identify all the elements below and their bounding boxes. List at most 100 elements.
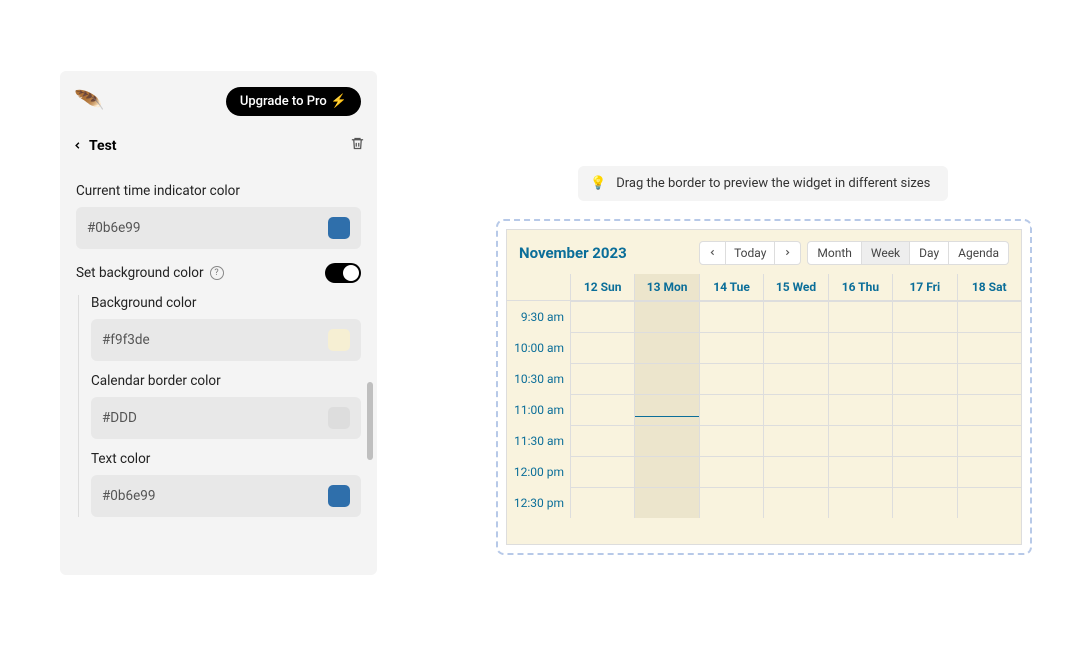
calendar-cell[interactable]: [635, 425, 699, 456]
calendar-cell[interactable]: [829, 456, 893, 487]
calendar-cell[interactable]: [764, 425, 828, 456]
calendar-cell[interactable]: [700, 394, 764, 425]
bg-color-input[interactable]: [102, 332, 328, 348]
bolt-icon: ⚡: [331, 94, 347, 109]
prev-button[interactable]: [699, 241, 726, 265]
calendar-cell[interactable]: [635, 487, 699, 518]
text-color-input[interactable]: [102, 488, 328, 504]
calendar-cell[interactable]: [571, 301, 635, 332]
view-week-button[interactable]: Week: [862, 241, 910, 265]
calendar-cell[interactable]: [700, 332, 764, 363]
calendar-cell[interactable]: [571, 425, 635, 456]
calendar-cell[interactable]: [571, 456, 635, 487]
calendar-cell[interactable]: [893, 332, 957, 363]
slot-row: 10:30 am: [507, 363, 1021, 394]
calendar-cell[interactable]: [958, 487, 1021, 518]
calendar-cell[interactable]: [700, 487, 764, 518]
day-header: 13 Mon: [635, 274, 699, 300]
border-color-swatch[interactable]: [328, 407, 350, 429]
calendar-cell[interactable]: [958, 425, 1021, 456]
calendar-header: November 2023 Today MonthWeekDayAgenda: [507, 230, 1021, 274]
border-color-label: Calendar border color: [91, 373, 361, 389]
time-label: 10:30 am: [507, 363, 571, 394]
resize-hint: 💡 Drag the border to preview the widget …: [578, 166, 948, 201]
calendar-cell[interactable]: [893, 425, 957, 456]
calendar-cell[interactable]: [764, 301, 828, 332]
set-bg-label: Set background color ?: [76, 265, 224, 281]
calendar-cell[interactable]: [764, 363, 828, 394]
text-color-swatch[interactable]: [328, 485, 350, 507]
set-bg-label-text: Set background color: [76, 265, 204, 281]
hint-text: Drag the border to preview the widget in…: [616, 176, 930, 191]
calendar-cell[interactable]: [958, 456, 1021, 487]
panel-header: 🪶 Upgrade to Pro ⚡: [60, 71, 377, 126]
bg-subsection: Background color Calendar border color T…: [78, 295, 361, 517]
time-label: 11:00 am: [507, 394, 571, 425]
calendar-cell[interactable]: [893, 456, 957, 487]
calendar-cell[interactable]: [829, 332, 893, 363]
calendar-cell[interactable]: [958, 363, 1021, 394]
page-title: Test: [89, 138, 117, 154]
bg-color-swatch[interactable]: [328, 329, 350, 351]
slot-row: 9:30 am: [507, 301, 1021, 332]
calendar-cell[interactable]: [764, 332, 828, 363]
view-day-button[interactable]: Day: [910, 241, 949, 265]
time-label: 10:00 am: [507, 332, 571, 363]
time-label: 12:00 pm: [507, 456, 571, 487]
back-chevron-icon[interactable]: [72, 136, 83, 155]
preview-resize-frame[interactable]: November 2023 Today MonthWeekDayAgenda 1…: [496, 219, 1032, 555]
current-time-color-input-row[interactable]: [76, 207, 361, 249]
border-color-input[interactable]: [102, 410, 328, 426]
calendar-cell[interactable]: [700, 363, 764, 394]
view-button-group: MonthWeekDayAgenda: [807, 241, 1009, 265]
calendar-cell[interactable]: [829, 301, 893, 332]
bg-color-label: Background color: [91, 295, 361, 311]
calendar-cell[interactable]: [571, 487, 635, 518]
next-button[interactable]: [775, 241, 801, 265]
calendar-cell[interactable]: [700, 425, 764, 456]
view-month-button[interactable]: Month: [807, 241, 861, 265]
calendar-cell[interactable]: [571, 394, 635, 425]
calendar-cell[interactable]: [829, 487, 893, 518]
calendar-cell[interactable]: [893, 487, 957, 518]
calendar-cell[interactable]: [571, 363, 635, 394]
current-time-color-swatch[interactable]: [328, 217, 350, 239]
calendar-cell[interactable]: [700, 301, 764, 332]
text-color-input-row[interactable]: [91, 475, 361, 517]
calendar-cell[interactable]: [764, 394, 828, 425]
day-header: 17 Fri: [893, 274, 957, 300]
calendar-cell[interactable]: [829, 363, 893, 394]
day-header: 18 Sat: [958, 274, 1021, 300]
calendar-cell[interactable]: [764, 487, 828, 518]
time-label: 12:30 pm: [507, 487, 571, 518]
view-agenda-button[interactable]: Agenda: [949, 241, 1009, 265]
calendar-cell[interactable]: [635, 363, 699, 394]
calendar-cell[interactable]: [958, 394, 1021, 425]
trash-icon[interactable]: [350, 136, 365, 155]
calendar-cell[interactable]: [635, 456, 699, 487]
settings-list: Current time indicator color Set backgro…: [60, 167, 377, 547]
scrollbar-thumb[interactable]: [367, 382, 373, 460]
calendar-cell[interactable]: [764, 456, 828, 487]
current-time-color-input[interactable]: [87, 220, 328, 236]
today-button[interactable]: Today: [726, 241, 775, 265]
calendar-cell[interactable]: [893, 363, 957, 394]
calendar-cell[interactable]: [635, 332, 699, 363]
calendar-cell[interactable]: [571, 332, 635, 363]
calendar-cell[interactable]: [635, 301, 699, 332]
day-header: 14 Tue: [700, 274, 764, 300]
calendar-cell[interactable]: [635, 394, 699, 425]
bg-color-input-row[interactable]: [91, 319, 361, 361]
calendar-cell[interactable]: [829, 425, 893, 456]
border-color-input-row[interactable]: [91, 397, 361, 439]
calendar-cell[interactable]: [829, 394, 893, 425]
set-bg-toggle[interactable]: [325, 263, 361, 283]
help-icon[interactable]: ?: [210, 266, 224, 280]
calendar-cell[interactable]: [893, 301, 957, 332]
calendar-cell[interactable]: [700, 456, 764, 487]
calendar-cell[interactable]: [893, 394, 957, 425]
calendar-cell[interactable]: [958, 332, 1021, 363]
time-label: 9:30 am: [507, 301, 571, 332]
upgrade-button[interactable]: Upgrade to Pro ⚡: [226, 87, 361, 116]
calendar-cell[interactable]: [958, 301, 1021, 332]
